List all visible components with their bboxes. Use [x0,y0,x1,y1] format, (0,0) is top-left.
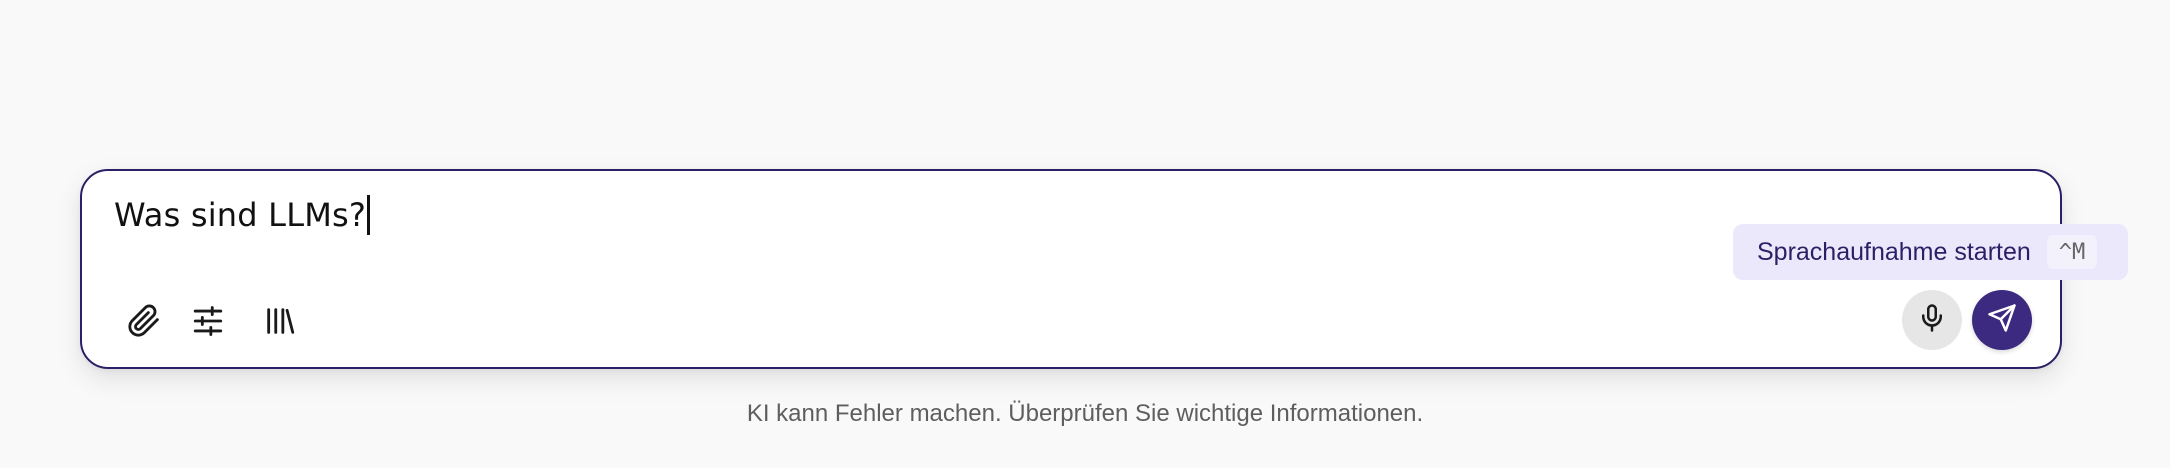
send-button[interactable] [1972,290,2032,350]
chat-page: Was sind LLMs? Sprachaufnahme starten ^M… [0,0,2170,468]
send-icon [1987,303,2017,337]
library-icon [263,304,297,338]
voice-record-tooltip: Sprachaufnahme starten ^M [1733,224,2128,280]
settings-button[interactable] [182,295,234,347]
ai-disclaimer: KI kann Fehler machen. Überprüfen Sie wi… [746,400,1424,427]
library-button[interactable] [254,295,306,347]
message-input-text: Was sind LLMs? [114,196,367,234]
keyboard-shortcut-badge: ^M [2046,235,2098,269]
tooltip-label: Sprachaufnahme starten [1757,237,2031,266]
sliders-icon [191,304,225,338]
microphone-icon [1917,303,1947,337]
paperclip-icon [127,304,161,338]
attach-button[interactable] [118,295,170,347]
text-caret [367,195,371,235]
message-input[interactable]: Was sind LLMs? [114,191,371,239]
voice-record-button[interactable] [1902,290,1962,350]
